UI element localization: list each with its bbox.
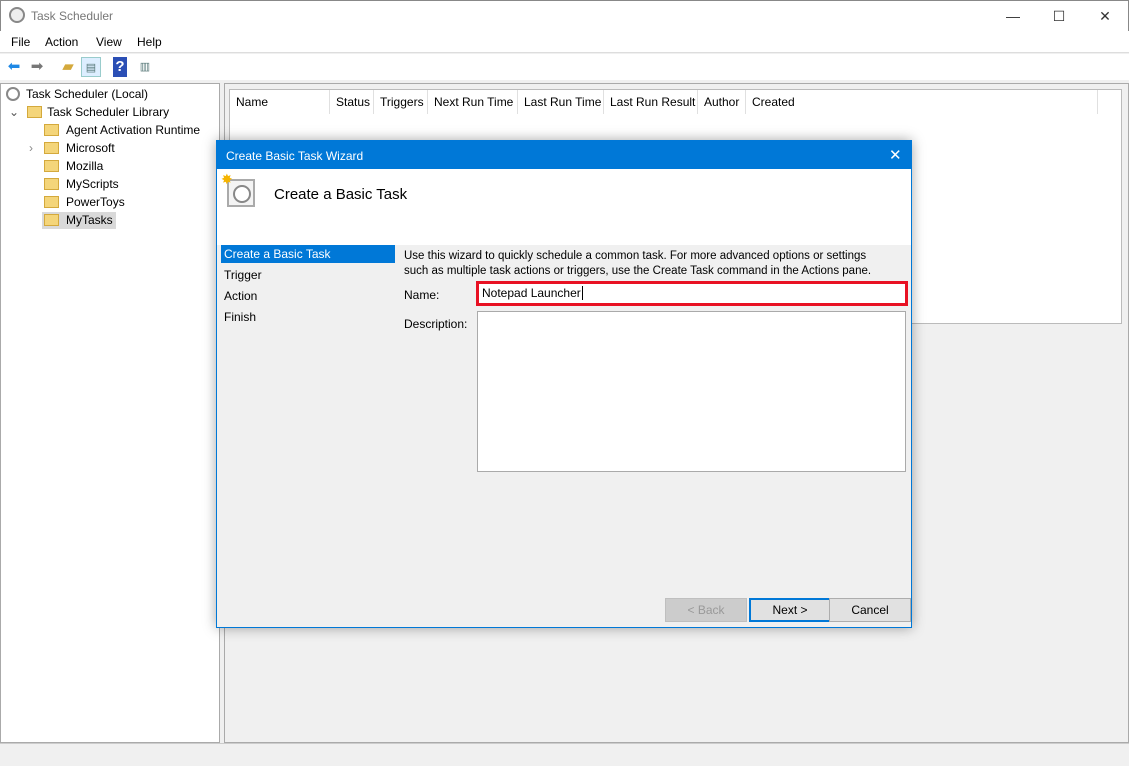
dialog-heading: Create a Basic Task [274,186,407,203]
back-button[interactable]: < Back [665,598,747,622]
show-action-pane-icon[interactable]: ▥ [135,57,155,77]
chevron-right-icon[interactable]: › [29,141,33,155]
tree-item-powertoys[interactable]: PowerToys [44,194,125,211]
column-triggers[interactable]: Triggers [374,90,428,114]
menu-view[interactable]: View [96,35,122,49]
maximize-button[interactable]: ☐ [1036,1,1082,31]
cancel-button[interactable]: Cancel [829,598,911,622]
step-finish[interactable]: Finish [221,308,395,326]
column-status[interactable]: Status [330,90,374,114]
description-input[interactable] [477,311,906,472]
toolbar: ⬅ ➡ ▰ ▤ ? ▥ [0,54,1129,80]
description-label: Description: [404,317,467,331]
intro-text-line2: such as multiple task actions or trigger… [404,265,871,277]
tree-item-label: MyTasks [66,213,113,227]
step-trigger[interactable]: Trigger [221,266,395,284]
name-label: Name: [404,288,439,302]
tree-item-library[interactable]: ⌄ Task Scheduler Library [9,104,169,121]
next-button[interactable]: Next > [749,598,831,622]
folder-up-icon[interactable]: ▰ [58,57,78,77]
dialog-close-button[interactable]: ✕ [889,146,902,164]
column-next-run-time[interactable]: Next Run Time [428,90,518,114]
tree-item-label: Agent Activation Runtime [66,123,200,137]
console-tree: Task Scheduler (Local) ⌄ Task Scheduler L… [0,83,220,743]
menu-help[interactable]: Help [137,35,162,49]
help-icon[interactable]: ? [113,57,127,77]
library-folder-icon [27,106,42,118]
tree-item-root[interactable]: Task Scheduler (Local) [6,86,148,103]
forward-arrow-icon[interactable]: ➡ [27,57,47,77]
tree-item-mytasks[interactable]: MyTasks [42,212,116,229]
clock-icon [6,87,20,101]
column-last-run-result[interactable]: Last Run Result [604,90,698,114]
status-bar [0,743,1129,766]
column-created[interactable]: Created [746,90,1098,114]
column-author[interactable]: Author [698,90,746,114]
minimize-button[interactable]: — [990,1,1036,31]
menu-action[interactable]: Action [45,35,78,49]
show-hide-console-tree-icon[interactable]: ▤ [81,57,101,77]
name-input[interactable]: Notepad Launcher [476,281,908,306]
window-title: Task Scheduler [31,9,113,23]
tree-item-label: Microsoft [66,141,115,155]
tree-item-label: Task Scheduler (Local) [26,87,148,101]
clock-icon [9,7,25,23]
menu-file[interactable]: File [11,35,30,49]
close-button[interactable]: ✕ [1082,1,1128,31]
dialog-title-bar: Create Basic Task Wizard ✕ [217,141,911,169]
menu-bar: File Action View Help [0,31,1129,53]
intro-text-line1: Use this wizard to quickly schedule a co… [404,250,866,262]
folder-icon [44,160,59,172]
folder-icon [44,196,59,208]
column-last-run-time[interactable]: Last Run Time [518,90,604,114]
create-basic-task-wizard: Create Basic Task Wizard ✕ ✸ Create a Ba… [216,140,912,628]
tree-item-microsoft[interactable]: Microsoft [44,140,115,157]
task-wizard-icon: ✸ [227,179,255,207]
tree-item-label: MyScripts [66,177,119,191]
back-arrow-icon[interactable]: ⬅ [4,57,24,77]
tree-item-label: Task Scheduler Library [47,105,169,119]
name-input-value: Notepad Launcher [482,286,581,300]
dialog-title: Create Basic Task Wizard [226,149,363,163]
column-name[interactable]: Name [230,90,330,114]
step-action[interactable]: Action [221,287,395,305]
folder-icon [44,214,59,226]
tree-item-myscripts[interactable]: MyScripts [44,176,119,193]
tree-item-mozilla[interactable]: Mozilla [44,158,103,175]
tree-item-label: PowerToys [66,195,125,209]
folder-icon [44,142,59,154]
folder-icon [44,124,59,136]
tree-item-agent-activation-runtime[interactable]: Agent Activation Runtime [44,122,200,139]
step-create-basic-task[interactable]: Create a Basic Task [221,245,395,263]
tree-item-label: Mozilla [66,159,103,173]
folder-icon [44,178,59,190]
title-bar: Task Scheduler — ☐ ✕ [0,0,1129,31]
chevron-down-icon[interactable]: ⌄ [9,105,19,119]
dialog-header: ✸ Create a Basic Task [217,169,911,245]
